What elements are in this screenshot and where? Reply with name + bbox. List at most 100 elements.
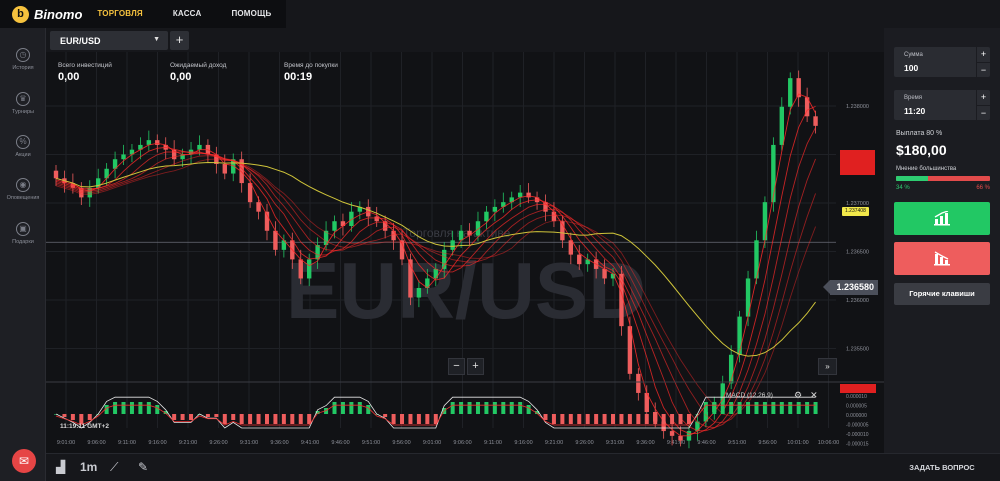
info-label: Время до покупки (284, 62, 338, 69)
time-value[interactable]: 11:20 (904, 106, 925, 116)
time-field[interactable]: Время 11:20 + − (894, 90, 990, 120)
macd-histogram-bar (577, 414, 582, 424)
amount-decrease-button[interactable]: − (976, 62, 990, 77)
gear-icon[interactable]: ⚙ (794, 390, 802, 401)
x-tick-label: 9:21:00 (179, 440, 197, 446)
sidebar-item-notifications[interactable]: ◉ Оповещения (0, 178, 46, 201)
field-label: Сумма (904, 52, 923, 58)
buy-down-button[interactable] (894, 242, 990, 275)
candle-body (416, 288, 422, 298)
drawing-icon[interactable]: ✎ (138, 460, 148, 474)
macd-label: MACD (12,26,9) (726, 392, 773, 399)
macd-histogram-bar (391, 414, 396, 424)
amount-field[interactable]: Сумма 100 + − (894, 47, 990, 77)
macd-histogram-bar (189, 414, 194, 420)
time-increase-button[interactable]: + (976, 90, 990, 105)
macd-histogram-bar (256, 414, 261, 424)
candle-body (391, 230, 396, 241)
macd-histogram-bar (113, 402, 118, 414)
sidebar-item-promotions[interactable]: % Акции (0, 135, 46, 158)
opinion-up-percent: 34 % (896, 185, 910, 191)
macd-histogram-bar (492, 402, 497, 414)
x-tick-label: 9:06:00 (453, 440, 471, 446)
close-icon[interactable]: ✕ (810, 390, 818, 401)
macd-histogram-bar (408, 414, 413, 424)
zoom-out-button[interactable]: − (448, 358, 465, 375)
macd-histogram-bar (214, 414, 219, 417)
macd-histogram-bar (155, 405, 160, 414)
scroll-to-end-button[interactable]: » (818, 358, 837, 375)
ribbon-price-tag (840, 165, 875, 170)
asset-name: EUR/USD (60, 36, 101, 46)
timeframe-button[interactable]: 1m (80, 460, 97, 474)
macd-histogram-bar (686, 414, 691, 424)
macd-histogram-bar (281, 414, 286, 424)
nav-cashier[interactable]: КАССА (158, 0, 217, 28)
amount-value[interactable]: 100 (904, 63, 918, 73)
price-chart[interactable]: 9:01:00 9:06:00 9:11:00 9:16:00 9:21:00 9:26:… (46, 28, 884, 453)
chat-button[interactable]: ✉ (12, 449, 36, 473)
x-tick-label: 9:16:00 (148, 440, 166, 446)
macd-histogram-bar (231, 414, 236, 420)
macd-histogram-bar (720, 402, 725, 414)
ask-question-button[interactable]: ЗАДАТЬ ВОПРОС (884, 453, 1000, 481)
macd-histogram-bar (475, 402, 480, 414)
macd-histogram-bar (627, 414, 632, 424)
macd-histogram-bar (796, 402, 801, 414)
gift-icon: ▣ (16, 222, 30, 236)
buy-up-button[interactable] (894, 202, 990, 235)
nav-trading[interactable]: ТОРГОВЛЯ (82, 0, 157, 28)
sidebar-item-gifts[interactable]: ▣ Подарки (0, 222, 46, 245)
asset-selector[interactable]: EUR/USD ▼ (50, 31, 168, 50)
candle-body (450, 240, 455, 250)
amount-increase-button[interactable]: + (976, 47, 990, 62)
app-root: b Binomo ТОРГОВЛЯ КАССА ПОМОЩЬ ◷ История… (0, 0, 1000, 481)
candle-body (155, 140, 160, 145)
indicators-icon[interactable]: ⟋ (110, 460, 118, 475)
trend-up-icon (934, 210, 950, 226)
zoom-in-button[interactable]: + (467, 358, 484, 375)
macd-histogram-bar (70, 414, 75, 420)
x-tick-label: 9:31:00 (606, 440, 624, 446)
macd-histogram-bar (298, 414, 303, 424)
chart-area[interactable]: 9:01:00 9:06:00 9:11:00 9:16:00 9:21:00 9:26:… (46, 28, 884, 481)
candle-body (678, 435, 683, 441)
brand-logo[interactable]: b Binomo (0, 5, 82, 23)
sidebar-item-history[interactable]: ◷ История (0, 48, 46, 71)
ma-price-tag: 1.237408 (842, 207, 869, 216)
macd-histogram-bar (222, 414, 227, 424)
asset-watermark: EUR/USD (286, 246, 646, 335)
macd-histogram-bar (813, 402, 818, 414)
ribbon-price-tag (840, 160, 875, 165)
candle-body (602, 268, 607, 279)
x-tick-label: 9:51:00 (728, 440, 746, 446)
time-decrease-button[interactable]: − (976, 105, 990, 120)
chart-type-icon[interactable]: ▟ (56, 460, 65, 474)
macd-histogram-bar (138, 402, 143, 414)
double-chevron-right-icon: » (825, 362, 830, 371)
payout-value: $180,00 (896, 142, 947, 158)
opinion-up-fill (896, 176, 928, 181)
macd-histogram-bar (526, 405, 531, 414)
trend-down-icon (934, 251, 950, 266)
x-tick-label: 9:21:00 (545, 440, 563, 446)
top-bar: b Binomo ТОРГОВЛЯ КАССА ПОМОЩЬ (0, 0, 286, 28)
add-asset-button[interactable]: + (170, 31, 189, 50)
macd-histogram-bar (678, 414, 683, 424)
nav-help[interactable]: ПОМОЩЬ (216, 0, 286, 28)
x-tick-label: 9:31:00 (240, 440, 258, 446)
x-tick-label: 9:51:00 (362, 440, 380, 446)
sidebar-item-tournaments[interactable]: ♛ Турниры (0, 92, 46, 115)
hotkeys-button[interactable]: Горячие клавиши (894, 283, 990, 305)
macd-histogram-bar (87, 414, 92, 420)
macd-value-tag (840, 384, 876, 393)
macd-histogram-bar (450, 402, 455, 414)
macd-histogram-bar (264, 414, 269, 424)
macd-histogram-bar (762, 402, 767, 414)
sidebar-label: Турниры (12, 109, 34, 115)
macd-histogram-bar (703, 402, 708, 414)
macd-histogram-bar (518, 402, 523, 414)
macd-histogram-bar (754, 402, 759, 414)
info-value: 0,00 (170, 71, 192, 83)
total-investment: Всего инвестиций 0,00 (58, 62, 112, 83)
